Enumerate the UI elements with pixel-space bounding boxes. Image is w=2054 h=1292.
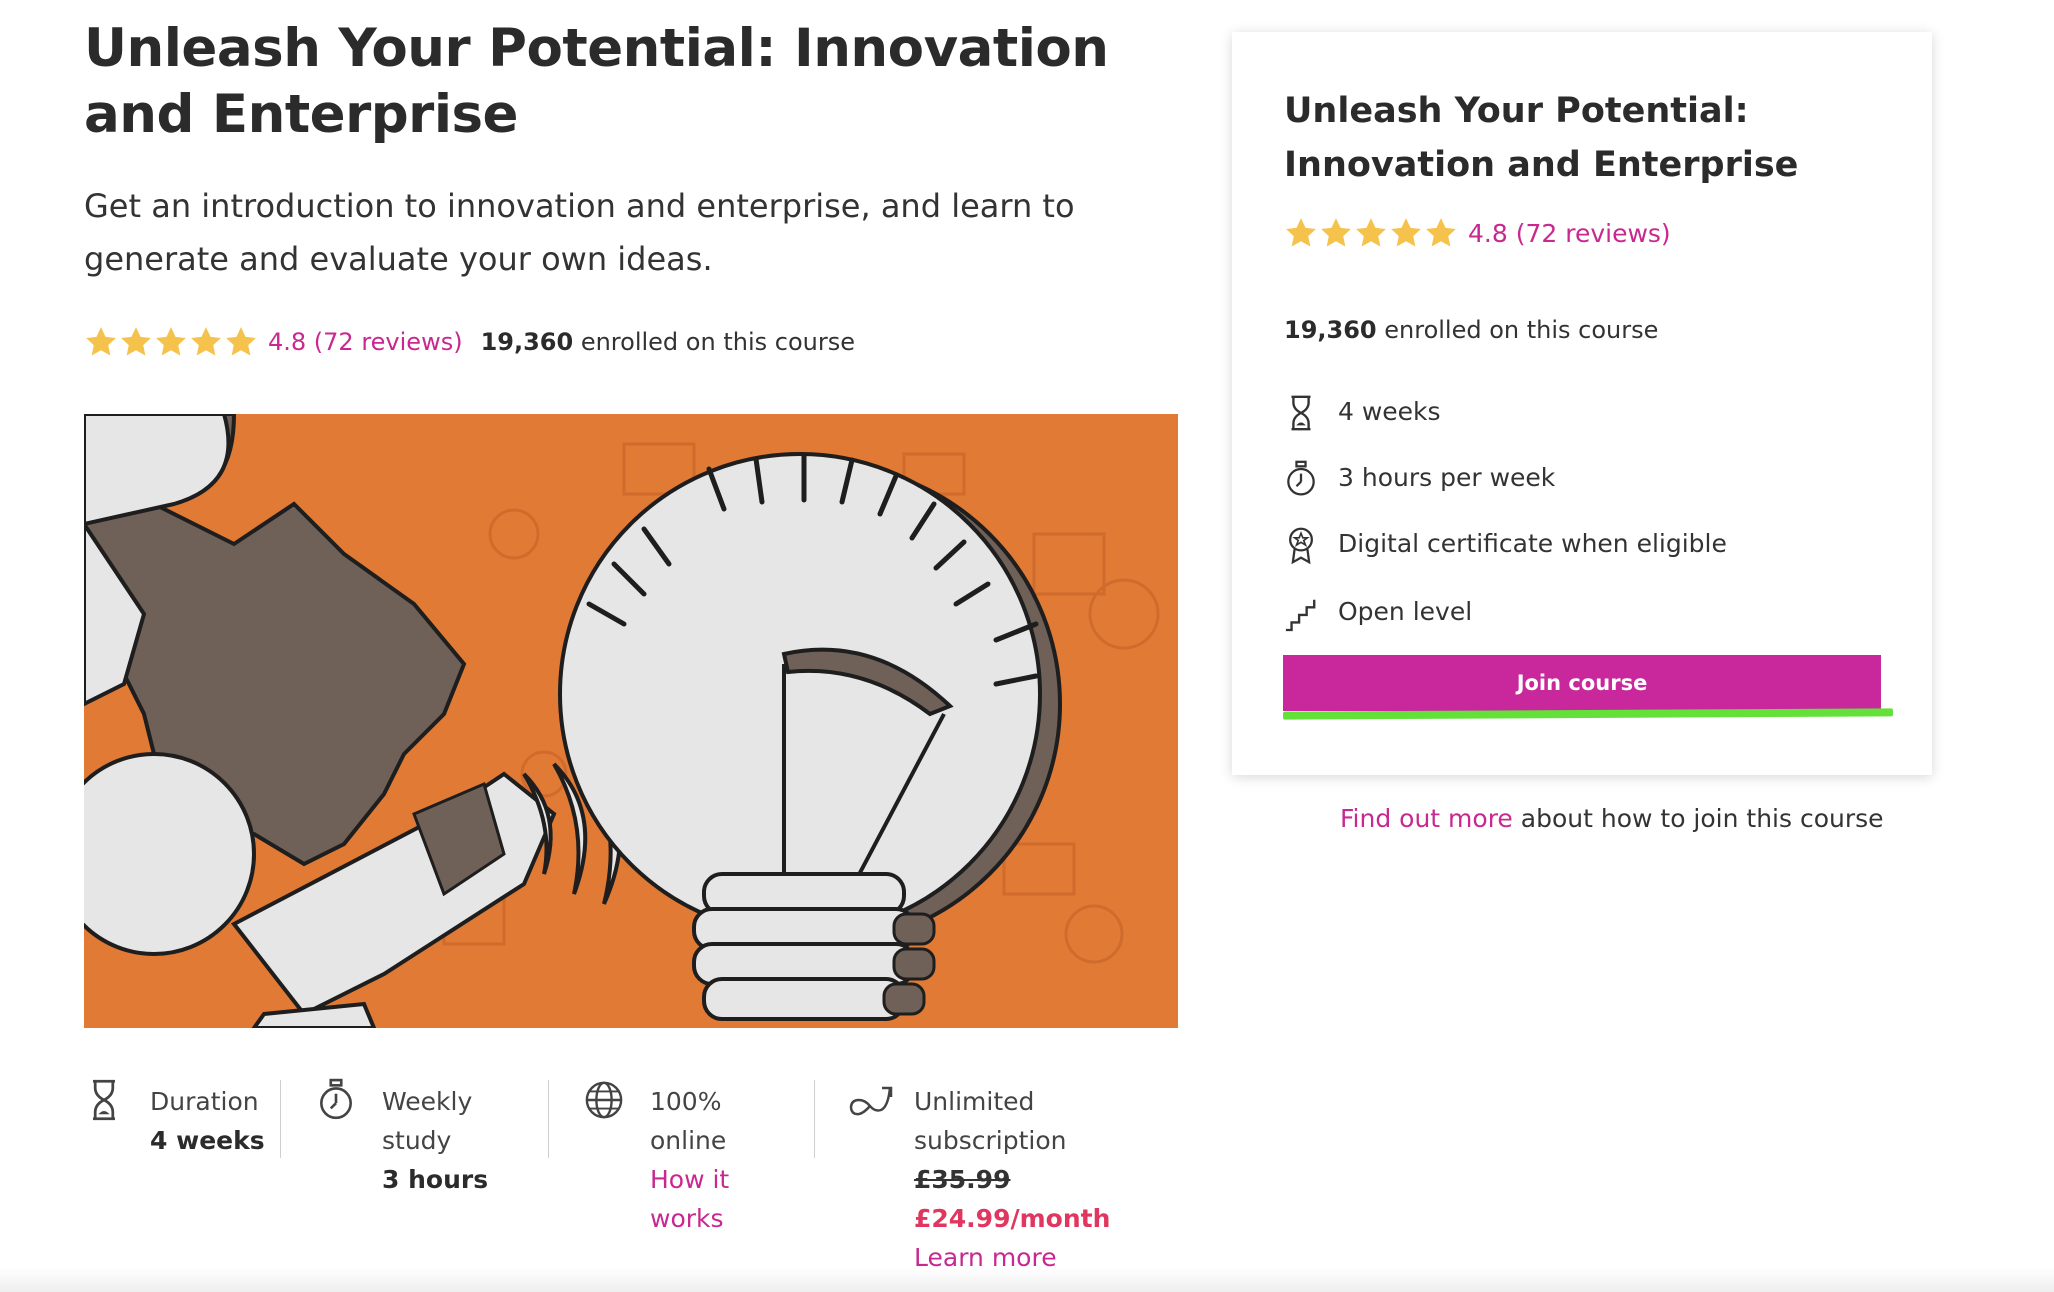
subscription-label-1: Unlimited	[914, 1087, 1035, 1116]
card-item-duration: 4 weeks	[1284, 392, 1884, 432]
study-label-1: Weekly	[382, 1087, 473, 1116]
stopwatch-icon	[320, 1078, 352, 1120]
stopwatch-icon	[1287, 460, 1315, 496]
duration-label: Duration	[150, 1087, 259, 1116]
new-price: £24.99/month	[914, 1204, 1111, 1233]
rating-row: 4.8 (72 reviews) 19,360 enrolled on this…	[84, 322, 855, 362]
how-it-works-line2: works	[650, 1204, 724, 1233]
page-bottom-shade	[0, 1268, 2054, 1292]
star-icon	[1426, 218, 1456, 247]
old-price: £35.99	[914, 1165, 1011, 1194]
star-icon	[121, 327, 151, 356]
card-item-text: 3 hours per week	[1338, 463, 1556, 492]
course-hero-image	[84, 414, 1178, 1028]
find-out-more-text: Find out more about how to join this cou…	[1340, 804, 1884, 833]
star-icon	[1321, 218, 1351, 247]
card-reviews-link[interactable]: 4.8 (72 reviews)	[1468, 219, 1671, 248]
star-icon	[1286, 218, 1316, 247]
hourglass-icon	[1291, 395, 1311, 431]
card-item-text: Open level	[1338, 597, 1473, 626]
hourglass-icon	[93, 1079, 115, 1121]
rating-stars	[84, 325, 258, 359]
star-icon	[226, 327, 256, 356]
card-item-text: Digital certificate when eligible	[1338, 529, 1727, 558]
enrolled-suffix: enrolled on this course	[573, 328, 855, 356]
card-enrolled-suffix: enrolled on this course	[1376, 316, 1659, 344]
stairs-icon	[1285, 599, 1316, 632]
infinity-arrow-icon	[849, 1086, 893, 1116]
star-icon	[86, 327, 116, 356]
online-label-2: online	[650, 1126, 727, 1155]
page-title: Unleash Your Potential: Innovation and E…	[84, 18, 1109, 145]
card-title: Unleash Your Potential: Innovation and E…	[1284, 91, 1799, 185]
reviews-link[interactable]: 4.8 (72 reviews)	[268, 328, 463, 356]
join-course-button[interactable]: Join course	[1283, 655, 1881, 711]
star-icon	[191, 327, 221, 356]
duration-value: 4 weeks	[150, 1126, 265, 1155]
how-it-works-link[interactable]: How it works	[650, 1165, 729, 1233]
course-card: Unleash Your Potential: Innovation and E…	[1232, 32, 1932, 775]
card-item-weekly-hours: 3 hours per week	[1284, 458, 1884, 498]
divider	[548, 1080, 549, 1158]
certificate-icon	[1289, 527, 1313, 564]
enrolled-count: 19,360 enrolled on this course	[481, 328, 855, 356]
card-item-text: 4 weeks	[1338, 397, 1441, 426]
enrolled-number: 19,360	[480, 328, 574, 356]
star-icon	[156, 327, 186, 356]
card-item-level: Open level	[1284, 592, 1884, 632]
how-it-works-line1: How it	[650, 1165, 730, 1194]
subscription-label-2: subscription	[914, 1126, 1067, 1155]
online-label-1: 100%	[650, 1087, 722, 1116]
card-enrolled-count: 19,360 enrolled on this course	[1284, 316, 1658, 344]
rating-stars	[1284, 216, 1458, 250]
star-icon	[1356, 218, 1386, 247]
find-out-more-link[interactable]: Find out more	[1340, 804, 1513, 833]
study-value: 3 hours	[382, 1165, 489, 1194]
divider	[280, 1080, 281, 1158]
star-icon	[1391, 218, 1421, 247]
find-out-more-rest: about how to join this course	[1512, 804, 1884, 833]
study-label-2: study	[382, 1126, 452, 1155]
divider	[814, 1080, 815, 1158]
card-enrolled-number: 19,360	[1284, 316, 1377, 344]
card-item-certificate: Digital certificate when eligible	[1284, 524, 1884, 564]
globe-icon	[585, 1081, 623, 1119]
course-description: Get an introduction to innovation and en…	[84, 187, 1075, 278]
card-rating: 4.8 (72 reviews)	[1284, 216, 1671, 250]
